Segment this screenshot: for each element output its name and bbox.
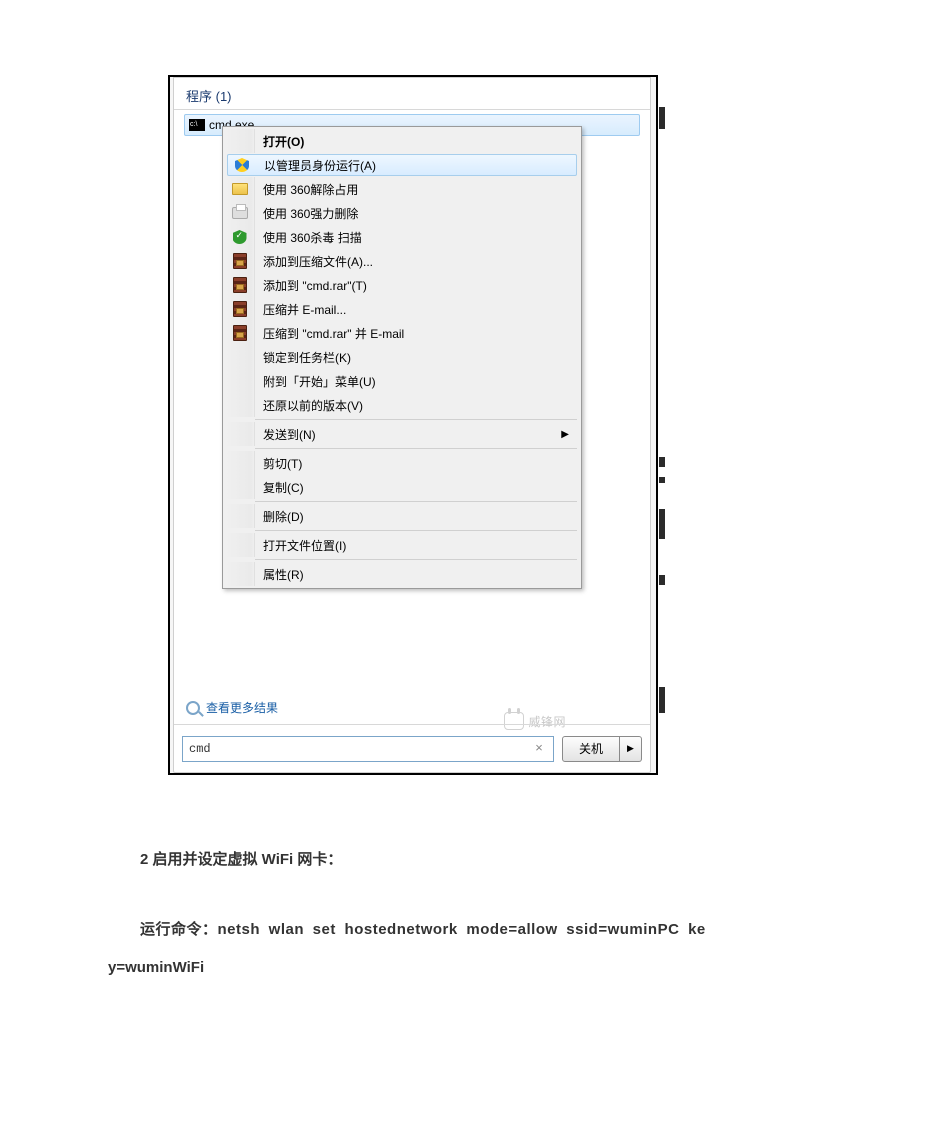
context-menu-item[interactable]: 以管理员身份运行(A) xyxy=(227,154,577,176)
context-menu-item[interactable]: 锁定到任务栏(K) xyxy=(225,345,579,369)
shutdown-button[interactable]: 关机 xyxy=(562,736,620,762)
context-menu-item[interactable]: 打开文件位置(I) xyxy=(225,533,579,557)
shield-icon xyxy=(228,153,256,177)
context-menu-item-label: 属性(R) xyxy=(255,566,579,583)
context-menu-item[interactable]: 使用 360强力删除 xyxy=(225,201,579,225)
doc-step2-title: 2 启用并设定虚拟 WiFi 网卡： xyxy=(108,840,836,879)
context-menu-item[interactable]: 打开(O) xyxy=(225,129,579,153)
programs-heading: 程序 (1) xyxy=(174,78,650,110)
rar-icon xyxy=(225,321,255,345)
context-menu-item-label: 压缩到 "cmd.rar" 并 E-mail xyxy=(255,325,579,342)
context-menu-item-label: 打开文件位置(I) xyxy=(255,537,579,554)
context-menu-item[interactable]: 使用 360杀毒 扫描 xyxy=(225,225,579,249)
blank-icon xyxy=(225,451,255,475)
context-menu-item-label: 打开(O) xyxy=(255,133,579,150)
context-menu-item[interactable]: 使用 360解除占用 xyxy=(225,177,579,201)
context-menu-item-label: 还原以前的版本(V) xyxy=(255,397,579,414)
context-menu-item-label: 以管理员身份运行(A) xyxy=(256,157,576,174)
start-menu-panel: 程序 (1) cmd.exe 打开(O)以管理员身份运行(A)使用 360解除占… xyxy=(173,77,651,773)
window-outer-frame: 程序 (1) cmd.exe 打开(O)以管理员身份运行(A)使用 360解除占… xyxy=(168,75,658,775)
context-menu-item-label: 使用 360杀毒 扫描 xyxy=(255,229,579,246)
context-menu-item[interactable]: 复制(C) xyxy=(225,475,579,499)
context-menu-item-label: 使用 360强力删除 xyxy=(255,205,579,222)
start-menu-bottom-bar: cmd × 关机 ▶ xyxy=(174,724,650,772)
context-menu-item-label: 压缩并 E-mail... xyxy=(255,301,579,318)
cropped-edge-fragments xyxy=(659,77,665,773)
context-menu-item[interactable]: 添加到 "cmd.rar"(T) xyxy=(225,273,579,297)
context-menu-separator xyxy=(255,448,577,449)
context-menu-item[interactable]: 还原以前的版本(V) xyxy=(225,393,579,417)
context-menu-separator xyxy=(255,419,577,420)
search-input-value: cmd xyxy=(189,742,531,756)
blank-icon xyxy=(225,475,255,499)
context-menu-separator xyxy=(255,501,577,502)
context-menu-item[interactable]: 添加到压缩文件(A)... xyxy=(225,249,579,273)
submenu-arrow-icon: ▶ xyxy=(561,429,569,440)
doc-command-line-2: y=wuminWiFi xyxy=(108,948,836,987)
context-menu-item-label: 添加到压缩文件(A)... xyxy=(255,253,579,270)
search-input[interactable]: cmd × xyxy=(182,736,554,762)
shutdown-menu-button[interactable]: ▶ xyxy=(620,736,642,762)
folder-icon xyxy=(225,177,255,201)
blank-icon xyxy=(225,345,255,369)
blank-icon xyxy=(225,562,255,586)
context-menu-item[interactable]: 删除(D) xyxy=(225,504,579,528)
context-menu-item[interactable]: 附到「开始」菜单(U) xyxy=(225,369,579,393)
context-menu-item[interactable]: 发送到(N)▶ xyxy=(225,422,579,446)
rar-icon xyxy=(225,273,255,297)
rar-icon xyxy=(225,297,255,321)
context-menu-item-label: 锁定到任务栏(K) xyxy=(255,349,579,366)
context-menu-item[interactable]: 剪切(T) xyxy=(225,451,579,475)
blank-icon xyxy=(225,422,255,446)
blank-icon xyxy=(225,504,255,528)
context-menu-item-label: 使用 360解除占用 xyxy=(255,181,579,198)
doc-command-line-1: 运行命令：netsh wlan set hostednetwork mode=a… xyxy=(108,910,836,949)
see-more-results-label: 查看更多结果 xyxy=(206,699,278,716)
context-menu-item-label: 复制(C) xyxy=(255,479,579,496)
context-menu-item[interactable]: 属性(R) xyxy=(225,562,579,586)
greenshield-icon xyxy=(225,225,255,249)
clear-search-button[interactable]: × xyxy=(531,741,547,757)
rar-icon xyxy=(225,249,255,273)
context-menu-item[interactable]: 压缩到 "cmd.rar" 并 E-mail xyxy=(225,321,579,345)
context-menu-item-label: 剪切(T) xyxy=(255,455,579,472)
blank-icon xyxy=(225,369,255,393)
context-menu-item-label: 发送到(N) xyxy=(255,426,561,443)
context-menu-separator xyxy=(255,530,577,531)
screenshot-container: 程序 (1) cmd.exe 打开(O)以管理员身份运行(A)使用 360解除占… xyxy=(168,75,658,775)
context-menu-item-label: 附到「开始」菜单(U) xyxy=(255,373,579,390)
context-menu-separator xyxy=(255,559,577,560)
cmd-icon xyxy=(189,119,205,131)
blank-icon xyxy=(225,393,255,417)
search-icon xyxy=(186,701,200,715)
blank-icon xyxy=(225,129,255,153)
printer-icon xyxy=(225,201,255,225)
context-menu: 打开(O) 以管理员身份运行(A) 使用 360解除占用使用 360强力删除使用 3… xyxy=(222,126,582,589)
see-more-results-link[interactable]: 查看更多结果 xyxy=(186,699,278,716)
context-menu-item[interactable]: 压缩并 E-mail... xyxy=(225,297,579,321)
blank-icon xyxy=(225,533,255,557)
context-menu-item-label: 添加到 "cmd.rar"(T) xyxy=(255,277,579,294)
context-menu-item-label: 删除(D) xyxy=(255,508,579,525)
